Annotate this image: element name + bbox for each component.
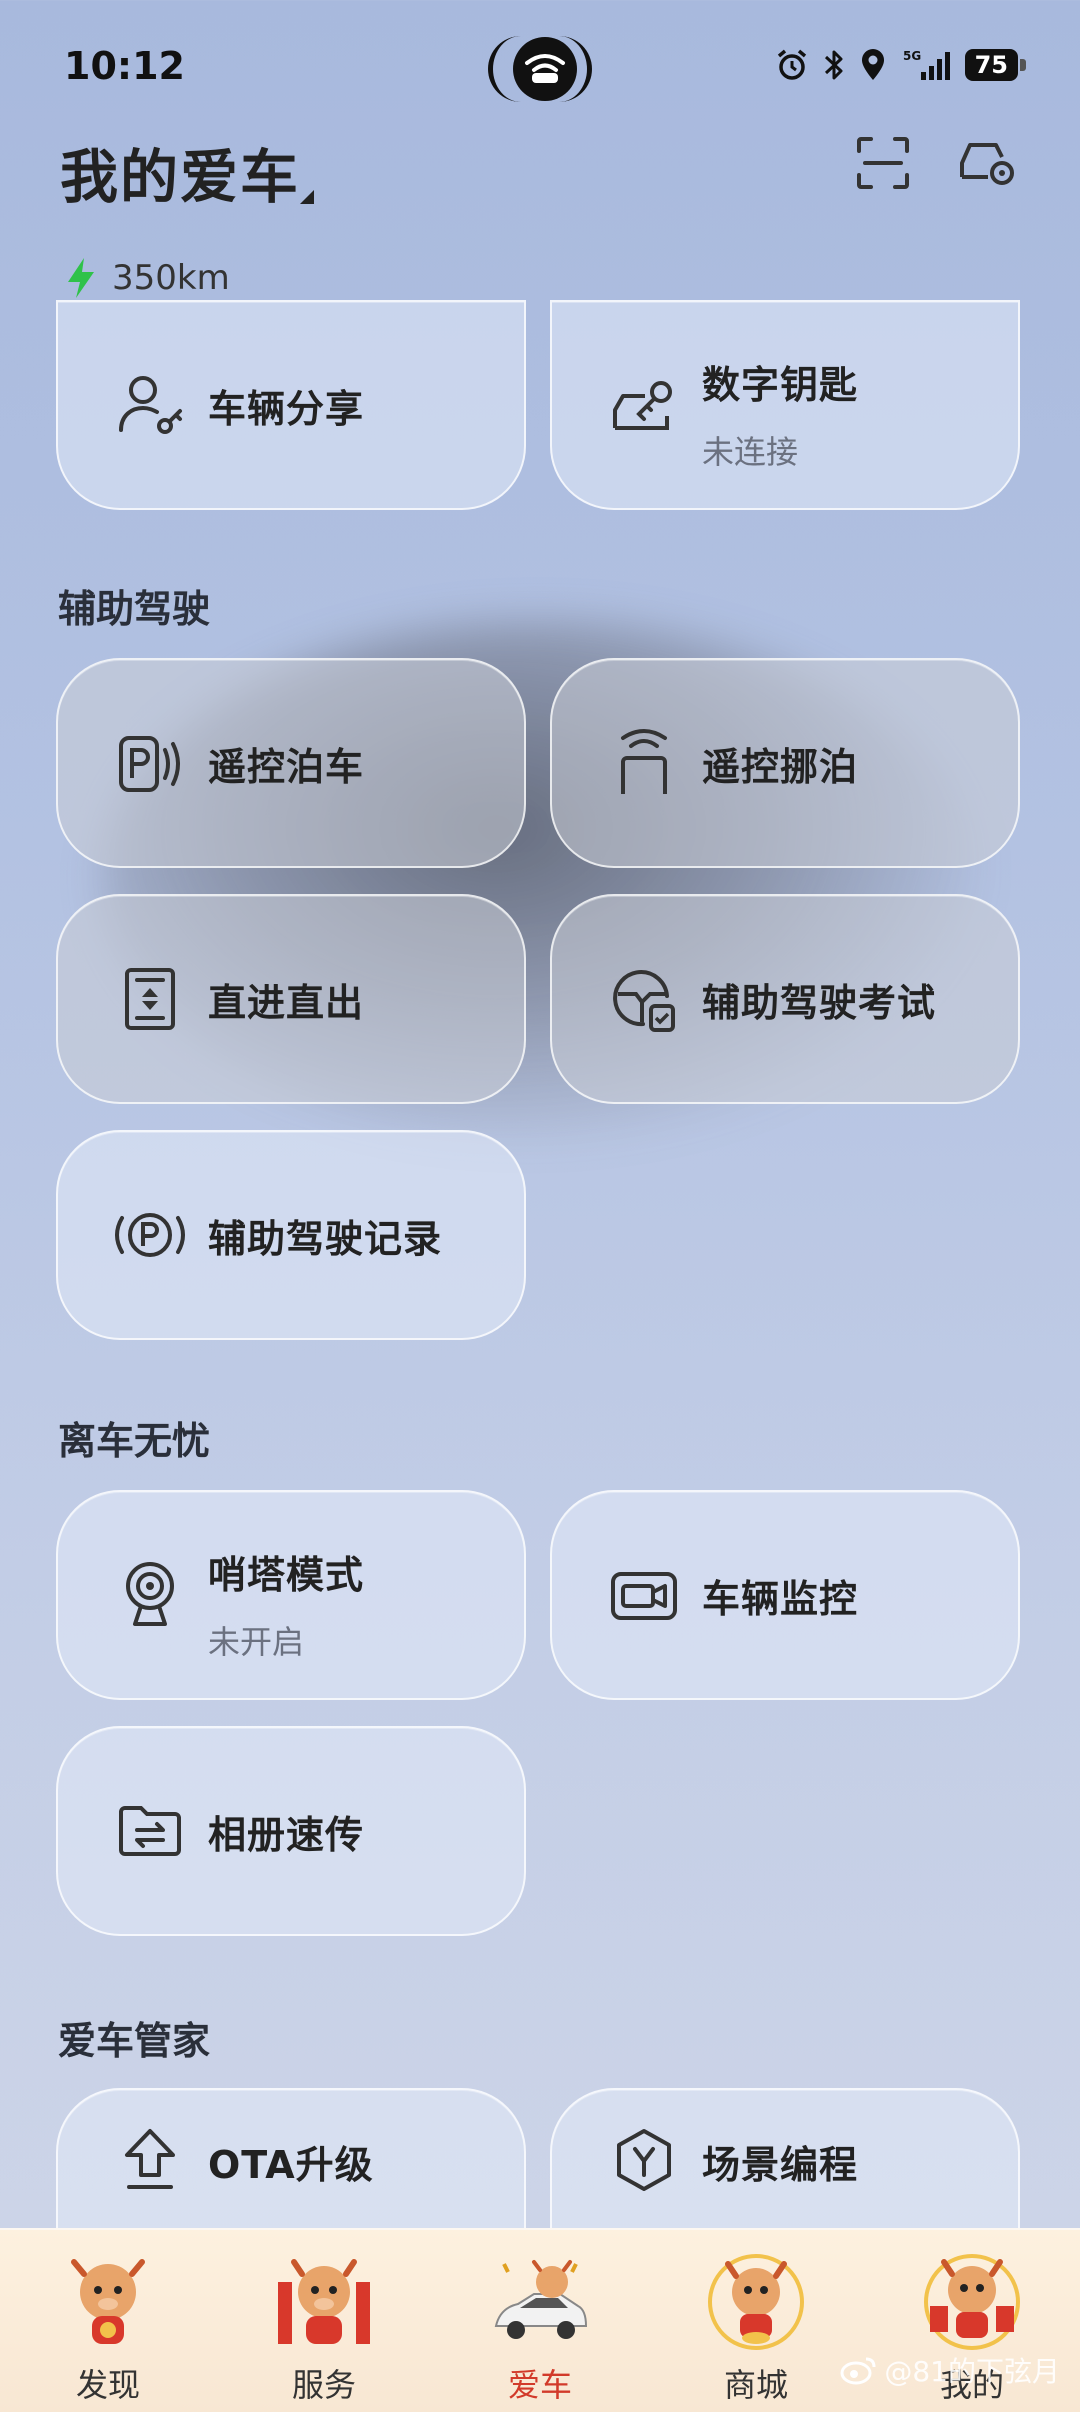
svg-text:5G: 5G	[903, 49, 921, 63]
card-vehicle-share[interactable]: 车辆分享	[56, 300, 526, 510]
page-title: 我的爱车	[60, 143, 301, 211]
alarm-icon	[777, 49, 806, 80]
dynamic-island[interactable]	[488, 36, 592, 102]
card-label: 相册速传	[208, 1812, 365, 1857]
parking-record-icon	[112, 1197, 188, 1273]
user-key-icon	[112, 367, 188, 443]
nav-service[interactable]: 服务	[216, 2230, 432, 2412]
remote-parking-icon	[112, 725, 188, 801]
card-label: 遥控挪泊	[702, 744, 859, 789]
status-bar: 10:12 5G 75	[0, 0, 1080, 130]
card-remote-move[interactable]: 遥控挪泊	[550, 658, 1020, 868]
mascot-gold-icon	[708, 2254, 804, 2350]
nav-label: 商城	[723, 2366, 788, 2404]
car-mascot-icon	[494, 2260, 588, 2339]
card-label: 直进直出	[208, 980, 365, 1025]
car-gear-icon	[960, 143, 1014, 185]
mascot-lantern-icon	[71, 2259, 145, 2344]
mascot-couplet-icon	[278, 2259, 370, 2344]
card-label: 场景编程	[702, 2143, 859, 2187]
card-remote-parking[interactable]: 遥控泊车	[56, 658, 526, 868]
steering-check-icon	[606, 961, 682, 1037]
car-key-icon	[606, 367, 682, 443]
camera-monitor-icon	[606, 1557, 682, 1633]
card-label: 数字钥匙	[702, 363, 859, 407]
card-label: 哨塔模式	[208, 1553, 365, 1597]
car-wifi-icon	[513, 37, 577, 101]
sentry-icon	[112, 1557, 188, 1633]
card-digital-key[interactable]: 数字钥匙 未连接	[550, 300, 1020, 510]
folder-transfer-icon	[112, 1793, 188, 1869]
section-title-car-butler: 爱车管家	[58, 2019, 211, 2063]
status-time: 10:12	[64, 44, 185, 88]
card-scene-programming[interactable]: 场景编程	[550, 2088, 1020, 2238]
section-title-leave-car: 离车无忧	[58, 1419, 211, 1463]
location-icon	[861, 49, 884, 80]
card-vehicle-monitor[interactable]: 车辆监控	[550, 1490, 1020, 1700]
card-status: 未连接	[702, 433, 799, 471]
bluetooth-icon	[824, 50, 843, 80]
weibo-icon	[840, 2357, 876, 2385]
nav-label: 发现	[75, 2366, 140, 2404]
range-text: 350km	[112, 258, 230, 298]
range-indicator: 350km	[64, 256, 230, 300]
scan-button[interactable]	[848, 128, 918, 198]
upload-icon	[112, 2122, 188, 2198]
card-label: 遥控泊车	[208, 744, 365, 789]
card-label: OTA升级	[208, 2143, 374, 2187]
card-ota-upgrade[interactable]: OTA升级	[56, 2088, 526, 2238]
nav-discover[interactable]: 发现	[0, 2230, 216, 2412]
nav-label: 服务	[291, 2366, 356, 2404]
nav-label: 爱车	[507, 2366, 572, 2404]
card-driving-record[interactable]: 辅助驾驶记录	[56, 1130, 526, 1340]
lightning-icon	[68, 258, 94, 298]
straight-in-out-icon	[112, 961, 188, 1037]
card-label: 车辆监控	[702, 1576, 859, 1621]
hex-y-icon	[606, 2122, 682, 2198]
watermark: @81的下弦月	[840, 2350, 1060, 2390]
watermark-text: @81的下弦月	[884, 2355, 1060, 2388]
nav-my-car[interactable]: 爱车	[432, 2230, 648, 2412]
card-album-transfer[interactable]: 相册速传	[56, 1726, 526, 1936]
section-title-assisted-driving: 辅助驾驶	[58, 587, 211, 631]
card-straight-in-out[interactable]: 直进直出	[56, 894, 526, 1104]
scan-icon	[857, 137, 909, 189]
card-driving-exam[interactable]: 辅助驾驶考试	[550, 894, 1020, 1104]
battery-indicator: 75	[964, 49, 1027, 81]
car-settings-button[interactable]	[954, 128, 1024, 198]
remote-move-icon	[606, 725, 682, 801]
card-sentry-mode[interactable]: 哨塔模式 未开启	[56, 1490, 526, 1700]
nav-mall[interactable]: 商城	[648, 2230, 864, 2412]
card-label: 辅助驾驶记录	[208, 1216, 443, 1261]
card-label: 辅助驾驶考试	[702, 980, 937, 1025]
caret-icon[interactable]	[300, 190, 314, 204]
mascot-envelope-icon	[924, 2254, 1020, 2350]
signal-5g-icon: 5G	[903, 49, 950, 80]
card-label: 车辆分享	[208, 386, 365, 431]
card-status: 未开启	[208, 1623, 305, 1661]
status-icons: 5G 75	[775, 48, 1027, 82]
